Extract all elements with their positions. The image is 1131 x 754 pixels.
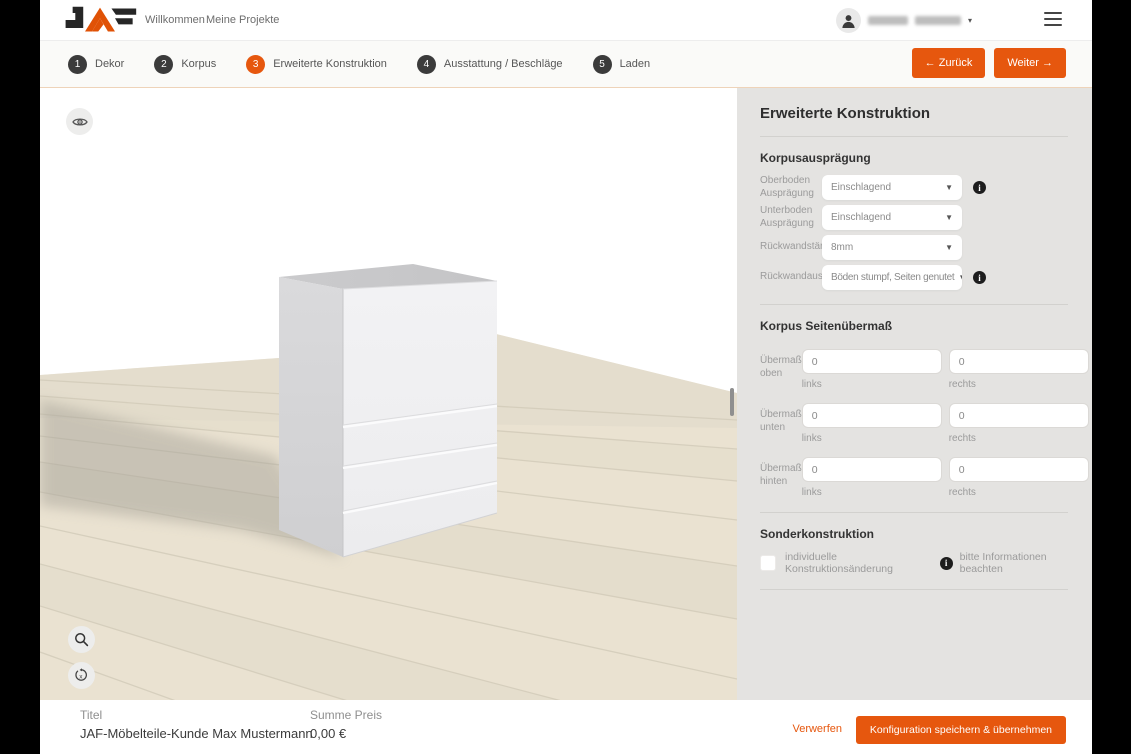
nav-willkommen[interactable]: Willkommen	[145, 14, 205, 26]
section-seitenuebermass: Korpus Seitenübermaß	[760, 319, 893, 333]
step-number: 3	[246, 54, 266, 74]
main-area: x Erweiterte Konstruktion Korpusausprägu…	[40, 88, 1092, 700]
3d-viewport[interactable]: x	[40, 88, 737, 700]
summe-preis-value: 0,00 €	[310, 726, 347, 741]
checkbox-label: individuelle Konstruktionsänderung	[785, 551, 893, 575]
caption-links: links	[801, 379, 822, 390]
oberboden-label: Oberboden Ausprägung	[760, 175, 814, 199]
app-window: Willkommen Meine Projekte ▾ 1 Dekor 2 Ko…	[40, 0, 1092, 754]
discard-button[interactable]: Verwerfen	[792, 723, 842, 735]
uebermass-hinten-links-input[interactable]	[801, 457, 942, 482]
caption-rechts: rechts	[948, 487, 976, 498]
panel-title: Erweiterte Konstruktion	[760, 105, 931, 122]
step-ausstattung[interactable]: 4 Ausstattung / Beschläge	[416, 54, 563, 74]
step-label: Laden	[619, 58, 651, 70]
step-dekor[interactable]: 1 Dekor	[68, 54, 125, 74]
rueckwandstaerke-label: Rückwandstärke	[760, 241, 834, 253]
section-sonderkonstruktion: Sonderkonstruktion	[760, 527, 875, 541]
caption-rechts: rechts	[948, 433, 976, 444]
hamburger-menu-icon[interactable]	[1044, 12, 1062, 26]
info-icon[interactable]: i	[973, 271, 986, 284]
rueckwandauspraegung-label: Rückwandauspr...	[760, 271, 840, 283]
rotate-reset-icon: x	[75, 668, 87, 681]
chevron-down-icon: ▼	[945, 183, 953, 192]
zoom-button[interactable]	[68, 626, 95, 653]
user-name-redacted	[914, 16, 961, 25]
chevron-down-icon: ▼	[945, 213, 953, 222]
step-label: Korpus	[181, 58, 217, 70]
uebermass-unten-links-input[interactable]	[801, 403, 942, 428]
nav-meine-projekte[interactable]: Meine Projekte	[206, 14, 279, 26]
magnifier-icon	[75, 633, 89, 647]
step-korpus[interactable]: 2 Korpus	[154, 54, 217, 74]
eye-icon	[71, 118, 88, 125]
user-avatar-icon	[835, 8, 861, 33]
save-configuration-button[interactable]: Konfiguration speichern & übernehmen	[855, 716, 1066, 744]
top-header: Willkommen Meine Projekte ▾	[40, 0, 1092, 41]
uebermass-hinten-label: Übermaß hinten	[760, 463, 802, 487]
config-panel: Erweiterte Konstruktion Korpusausprägung…	[737, 88, 1092, 700]
chevron-down-icon: ▼	[945, 243, 953, 252]
titel-label: Titel	[80, 708, 103, 722]
bottom-bar: Titel JAF-Möbelteile-Kunde Max Musterman…	[40, 700, 1092, 754]
summe-preis-label: Summe Preis	[310, 708, 383, 722]
user-name-redacted	[867, 16, 908, 25]
individuelle-konstruktion-checkbox[interactable]	[760, 555, 776, 571]
uebermass-unten-rechts-input[interactable]	[948, 403, 1089, 428]
back-button[interactable]: ← Zurück	[911, 48, 986, 78]
uebermass-unten-label: Übermaß unten	[760, 409, 802, 433]
uebermass-oben-label: Übermaß oben	[760, 355, 802, 379]
unterboden-label: Unterboden Ausprägung	[760, 205, 814, 229]
rueckwandstaerke-select[interactable]: 8mm ▼	[822, 235, 962, 260]
unterboden-select[interactable]: Einschlagend ▼	[822, 205, 962, 230]
next-button[interactable]: Weiter →	[994, 48, 1066, 78]
visibility-toggle-button[interactable]	[66, 108, 93, 135]
oberboden-select[interactable]: Einschlagend ▼	[822, 175, 962, 200]
rueckwandauspraegung-select[interactable]: Böden stumpf, Seiten genutet ▼	[822, 265, 962, 290]
viewport-scrollbar-thumb[interactable]	[730, 388, 734, 416]
user-menu[interactable]: ▾	[835, 8, 972, 33]
uebermass-oben-rechts-input[interactable]	[948, 349, 1089, 374]
reset-rotation-button[interactable]: x	[68, 662, 95, 689]
step-label: Ausstattung / Beschläge	[443, 58, 563, 70]
cabinet-3d-model[interactable]	[279, 264, 498, 558]
caption-links: links	[801, 433, 822, 444]
caption-rechts: rechts	[948, 379, 976, 390]
step-number: 4	[416, 54, 436, 74]
titel-value: JAF-Möbelteile-Kunde Max Mustermann	[80, 726, 313, 741]
step-laden[interactable]: 5 Laden	[592, 54, 651, 74]
step-number: 5	[592, 54, 612, 74]
step-label: Erweiterte Konstruktion	[273, 58, 387, 70]
info-icon[interactable]: i	[973, 181, 986, 194]
uebermass-oben-links-input[interactable]	[801, 349, 942, 374]
3d-scene	[40, 264, 737, 700]
info-text: bitte Informationen beachten	[959, 551, 1047, 575]
step-navigation: 1 Dekor 2 Korpus 3 Erweiterte Konstrukti…	[40, 41, 1092, 88]
step-label: Dekor	[95, 58, 125, 70]
step-number: 1	[68, 54, 87, 74]
caption-links: links	[801, 487, 822, 498]
chevron-down-icon: ▾	[967, 16, 972, 25]
section-korpusauspraegung: Korpusausprägung	[760, 151, 871, 165]
step-erweiterte-konstruktion[interactable]: 3 Erweiterte Konstruktion	[246, 54, 387, 74]
step-number: 2	[154, 54, 174, 74]
uebermass-hinten-rechts-input[interactable]	[948, 457, 1089, 482]
jaf-logo[interactable]	[60, 5, 140, 35]
info-icon[interactable]: i	[939, 556, 953, 570]
chevron-down-icon: ▼	[954, 273, 962, 282]
